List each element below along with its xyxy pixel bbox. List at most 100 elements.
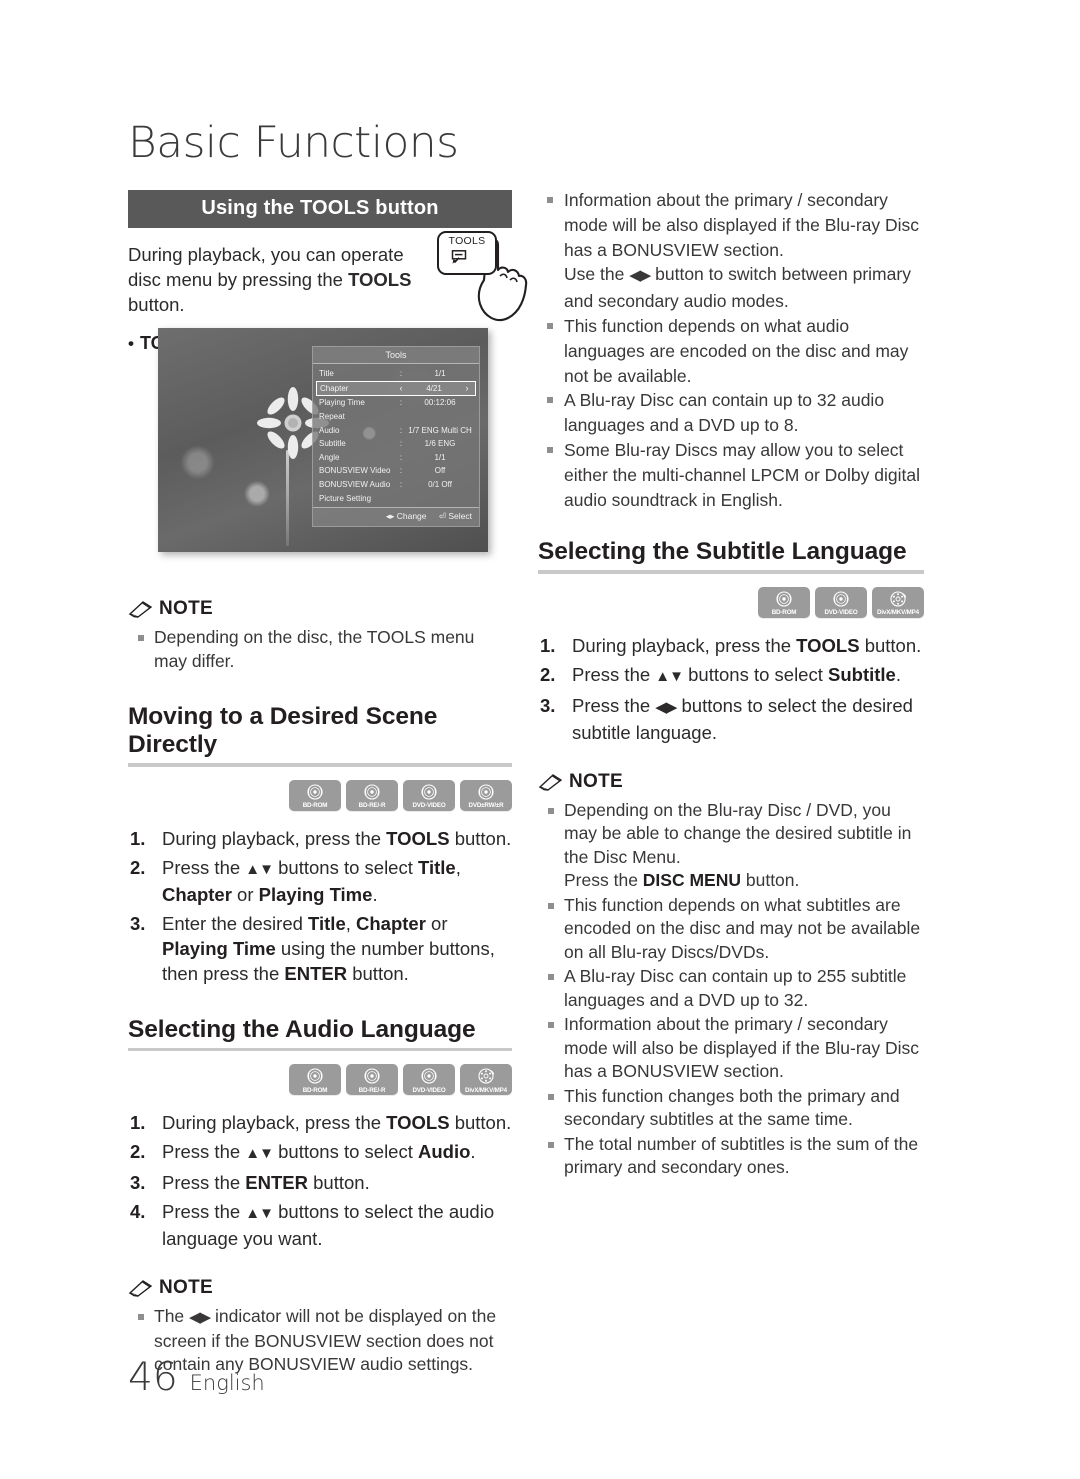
intro-paragraph: During playback, you can operate disc me… (128, 242, 428, 317)
disc-format-badge: DVD-VIDEO (815, 586, 867, 618)
disc-format-badge: BD-ROM (289, 779, 341, 811)
row-label: Subtitle (319, 439, 346, 449)
step-text: During playback, press the TOOLS button. (162, 1112, 512, 1133)
row-value: 1/7 ENG Multi CH (408, 425, 472, 435)
tools-remote-key: TOOLS (437, 231, 497, 275)
row-value: Off (434, 466, 446, 476)
row-label: BONUSVIEW Video (319, 466, 391, 476)
left-arrow-icon[interactable]: ‹ (396, 382, 406, 396)
section-rule (538, 570, 924, 574)
note-item: Some Blu-ray Discs may allow you to sele… (538, 438, 924, 512)
step-item: 1. During playback, press the TOOLS butto… (538, 633, 924, 658)
manual-page: Basic Functions Using the TOOLS button D… (0, 0, 1080, 1479)
row-label: Repeat (319, 411, 345, 421)
tools-menu-row: Repeat (313, 410, 479, 424)
tools-menu-screenshot: Tools Title:1/1 Chapter ‹ 4/21 › Playing Time… (158, 328, 488, 552)
divx-disc-icon (478, 1068, 495, 1084)
note-item: The total number of subtitles is the sum… (538, 1133, 924, 1180)
disc-format-label: BD-RE/-R (358, 1086, 386, 1094)
note-heading-1: NOTE (128, 598, 512, 620)
step-item: 2. Press the ▲▼ buttons to select Title, … (128, 855, 512, 907)
note-item: Information about the primary / secondar… (538, 188, 924, 314)
row-colon: : (399, 439, 403, 449)
step-number: 3. (540, 694, 556, 716)
disc-format-badge: BD-RE/-R (346, 779, 398, 811)
disc-format-label: BD-ROM (302, 802, 328, 809)
step-number: 2. (130, 1141, 146, 1162)
section-rule (128, 763, 512, 767)
step-number: 1. (540, 634, 556, 656)
row-colon: : (399, 425, 403, 435)
section-heading-subtitle-language: Selecting the Subtitle Language (538, 538, 907, 566)
row-value: 4/21 (426, 383, 442, 393)
row-label: BONUSVIEW Audio (319, 479, 391, 489)
tools-menu-row: Playing Time: 00:12:06 (313, 396, 479, 410)
page-title: Basic Functions (128, 118, 459, 168)
row-colon: : (399, 398, 403, 408)
step-number: 1. (130, 827, 146, 849)
tools-menu-row: BONUSVIEW Video: Off (313, 464, 479, 478)
page-number: 46 (128, 1355, 178, 1400)
section-bar-using-tools: Using the TOOLS button (128, 190, 512, 228)
pencil-icon (128, 1280, 153, 1297)
bullet-dot-icon: • (128, 334, 134, 353)
disc-format-badge: DivX/MKV/MP4 (460, 1064, 512, 1095)
row-label: Title (319, 369, 334, 378)
note-item: A Blu-ray Disc can contain up to 255 sub… (538, 965, 924, 1012)
step-text: Press the ◀▶ buttons to select the desir… (572, 694, 913, 743)
optical-disc-icon (364, 1068, 380, 1084)
disc-format-label: DVD-VIDEO (412, 802, 446, 809)
tools-menu-row: Picture Setting (313, 492, 479, 506)
tools-panel-rows: Title: 1/1 Chapter ‹ 4/21 › Playing Time: 00:12… (313, 364, 479, 507)
disc-format-label: DVD-VIDEO (824, 609, 858, 617)
row-value: 1/1 (434, 452, 446, 462)
step-number: 3. (130, 1172, 146, 1193)
row-label: Angle (319, 452, 340, 462)
pencil-icon (128, 601, 153, 618)
section-heading-audio-language: Selecting the Audio Language (128, 1015, 476, 1043)
disc-format-label: BD-ROM (771, 609, 797, 617)
step-text: Press the ENTER button. (162, 1172, 370, 1193)
tools-key-label: TOOLS (448, 235, 486, 247)
row-value: 1/6 ENG (424, 439, 456, 449)
disc-format-label: DivX/MKV/MP4 (465, 1086, 507, 1094)
disc-format-badge: BD-RE/-R (346, 1064, 398, 1095)
disc-format-badge: DVD-VIDEO (403, 1064, 455, 1095)
step-item: 4. Press the ▲▼ buttons to select the aud… (128, 1199, 512, 1251)
disc-format-badge: DVD-VIDEO (403, 779, 455, 811)
note-items-3: Depending on the Blu-ray Disc / DVD, you… (538, 799, 924, 1180)
step-item: 1. During playback, press the TOOLS butto… (128, 1110, 512, 1135)
tools-overlay-panel: Tools Title:1/1 Chapter ‹ 4/21 › Playing Time… (312, 346, 480, 528)
step-number: 4. (130, 1201, 146, 1222)
divx-disc-icon (890, 591, 907, 607)
section-rule (128, 1047, 512, 1051)
tools-menu-row: Subtitle: 1/6 ENG (313, 437, 479, 451)
disc-compat-icons-moving-scene: BD-ROM BD-RE/-R DVD-VIDEO DVD±RW/±R (128, 779, 512, 811)
step-item: 2. Press the ▲▼ buttons to select Subtitl… (538, 662, 924, 689)
tools-menu-row: Audio:1/7 ENG Multi CH (313, 424, 479, 438)
intro-tools-bold: TOOLS (348, 269, 412, 290)
step-text: Enter the desired Title, Chapter or Play… (162, 912, 495, 984)
step-item: 3. Enter the desired Title, Chapter or Pl… (128, 911, 512, 986)
row-colon: : (399, 466, 403, 476)
step-text: Press the ▲▼ buttons to select the audio… (162, 1201, 495, 1249)
footer-change-hint: ◂▸ Change (385, 511, 427, 522)
step-item: 1. During playback, press the TOOLS butto… (128, 826, 512, 851)
disc-format-label: DVD±RW/±R (468, 802, 504, 809)
note-items-1: Depending on the disc, the TOOLS menu ma… (128, 626, 512, 673)
step-number: 2. (130, 856, 146, 878)
tools-menu-row[interactable]: Chapter ‹ 4/21 › (316, 380, 476, 397)
step-item: 3. Press the ENTER button. (128, 1170, 512, 1195)
optical-disc-icon (307, 1068, 323, 1084)
right-arrow-icon[interactable]: › (462, 382, 472, 396)
left-column-lower: NOTE Depending on the disc, the TOOLS me… (128, 572, 512, 1378)
pencil-icon (538, 773, 563, 791)
row-value: 1/1 (434, 369, 446, 378)
note-item: Information about the primary / secondar… (538, 1013, 924, 1084)
row-label: Audio (319, 425, 340, 435)
right-column: Information about the primary / secondar… (538, 188, 924, 1181)
step-number: 1. (130, 1112, 146, 1133)
step-number: 3. (130, 912, 146, 934)
row-label: Playing Time (319, 398, 365, 408)
disc-format-label: DivX/MKV/MP4 (877, 609, 919, 617)
